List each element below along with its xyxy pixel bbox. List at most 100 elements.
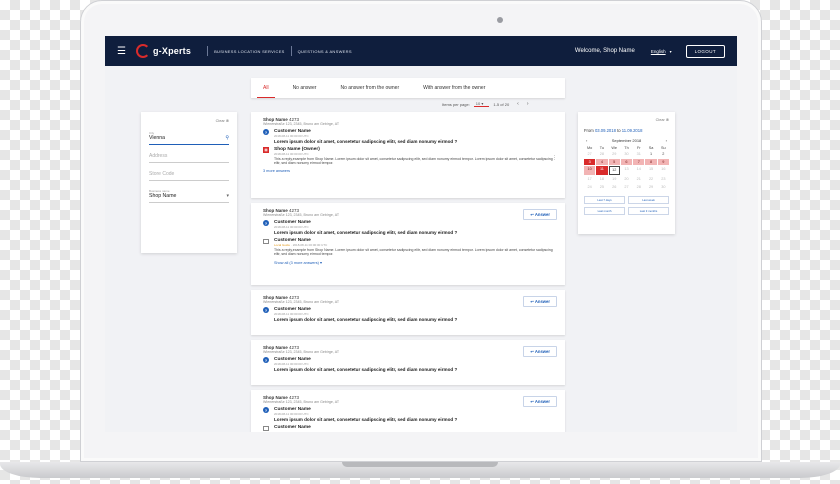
- more-answers-link[interactable]: 3 more answers: [263, 169, 557, 173]
- question-text: Lorem ipsum dolor sit amet, consetetur s…: [274, 230, 458, 235]
- last-3-months-button[interactable]: Last 3 months: [628, 206, 669, 215]
- clear-filters-button[interactable]: Clear ⊗: [149, 118, 229, 123]
- calendar-day[interactable]: 5: [608, 158, 620, 166]
- calendar-day[interactable]: 27: [621, 183, 632, 190]
- calendar-day[interactable]: 1: [645, 151, 656, 158]
- answer-button[interactable]: ↩ Answer: [523, 396, 557, 407]
- store-code-field[interactable]: Store Code: [149, 171, 229, 181]
- clear-dates-button[interactable]: Clear ⊗: [584, 117, 669, 122]
- calendar-day[interactable]: 3: [584, 158, 596, 166]
- chevron-down-icon[interactable]: ▾: [226, 193, 229, 199]
- question-row: ? Customer Name 2018-08-11 00:00:00 UTC …: [263, 407, 557, 422]
- calendar-day[interactable]: 28: [633, 183, 644, 190]
- city-field[interactable]: City Vienna ⚲: [149, 131, 229, 145]
- calendar-day[interactable]: 25: [596, 183, 607, 190]
- calendar-day[interactable]: 10: [584, 166, 596, 175]
- calendar-grid: Mo Tu We Th Fr Sa Su 27 28 29 30 31 1 2 3 4 5 6 7 8 9 10 11 12 1…: [584, 146, 669, 190]
- calendar-day[interactable]: 4: [596, 158, 608, 166]
- next-month-icon[interactable]: ›: [666, 138, 667, 143]
- tab-with-answer-owner[interactable]: With answer from the owner: [411, 78, 497, 98]
- question-row: ? Customer Name 2018-08-11 00:00:00 UTC …: [263, 129, 557, 144]
- calendar-day[interactable]: 22: [645, 176, 656, 183]
- calendar-day[interactable]: 19: [609, 176, 620, 183]
- calendar-day[interactable]: 29: [609, 151, 620, 158]
- question-row: ? Customer Name 2018-08-11 00:00:00 UTC …: [263, 307, 557, 322]
- address-placeholder: Address: [149, 153, 168, 159]
- calendar-day[interactable]: 11: [596, 166, 608, 175]
- show-all-label: Show all (3 more answers): [274, 260, 319, 265]
- address-field[interactable]: Address: [149, 153, 229, 163]
- logo-mark-icon: [135, 44, 150, 58]
- last-month-button[interactable]: Last month: [584, 206, 625, 215]
- calendar-day[interactable]: 30: [621, 151, 632, 158]
- filter-panel: Clear ⊗ City Vienna ⚲ Address Store Code…: [141, 112, 237, 253]
- calendar-day[interactable]: 14: [633, 166, 644, 175]
- calendar-day[interactable]: 17: [584, 176, 595, 183]
- calendar-day[interactable]: 21: [633, 176, 644, 183]
- next-page-icon[interactable]: ›: [527, 101, 529, 107]
- answer-button[interactable]: ↩ Answer: [523, 209, 557, 220]
- nav-business-location-services[interactable]: BUSINESS LOCATION SERVICES: [214, 49, 285, 54]
- weekday-header: Tu: [599, 146, 605, 150]
- tab-all[interactable]: All: [251, 78, 281, 98]
- prev-page-icon[interactable]: ‹: [517, 101, 519, 107]
- prev-month-icon[interactable]: ‹: [586, 138, 587, 143]
- clear-label: Clear: [215, 119, 225, 123]
- calendar-day[interactable]: 26: [609, 183, 620, 190]
- from-date[interactable]: 03.09.2018: [595, 128, 616, 133]
- items-per-page-select[interactable]: 10 ▾: [473, 101, 490, 107]
- show-all-answers-link[interactable]: Show all (3 more answers) ▾: [274, 260, 557, 265]
- tab-no-answer[interactable]: No answer: [281, 78, 329, 98]
- question-card: Shop Name 4273 Wienerstraße 123, 2345, B…: [251, 112, 565, 198]
- logout-button[interactable]: LOGOUT: [685, 44, 725, 58]
- calendar-day[interactable]: 31: [633, 151, 644, 158]
- calendar-day[interactable]: 23: [658, 176, 669, 183]
- more-options-icon[interactable]: ⋮: [552, 155, 557, 161]
- date-range-text: From 03.09.2018 to 11.09.2018: [584, 128, 669, 133]
- calendar-day[interactable]: 2: [658, 151, 669, 158]
- brand-name: g-Xperts: [152, 46, 192, 56]
- to-date[interactable]: 11.09.2018: [622, 128, 643, 133]
- calendar-day[interactable]: 29: [645, 183, 656, 190]
- search-icon[interactable]: ⚲: [225, 135, 229, 141]
- store-icon: ▦: [263, 147, 269, 153]
- answer-button[interactable]: ↩ Answer: [523, 296, 557, 307]
- calendar-day[interactable]: 28: [596, 151, 607, 158]
- calendar-day[interactable]: 12: [608, 166, 620, 175]
- question-card: Shop Name 4273 Wienerstraße 123, 2345, B…: [251, 290, 565, 335]
- calendar-day[interactable]: 27: [584, 151, 595, 158]
- calendar-day[interactable]: 9: [657, 158, 669, 166]
- calendar-day[interactable]: 6: [620, 158, 633, 166]
- business-name-select[interactable]: Business name Shop Name ▾: [149, 189, 229, 203]
- last-week-button[interactable]: Last week: [628, 195, 669, 204]
- calendar-day[interactable]: 15: [645, 166, 656, 175]
- answer-button[interactable]: ↩ Answer: [523, 346, 557, 357]
- calendar-day[interactable]: 8: [645, 158, 657, 166]
- answer-label: Answer: [534, 212, 550, 217]
- question-icon: ?: [263, 129, 269, 135]
- question-date: 2018-08-11 00:00:00 UTC: [274, 362, 309, 366]
- calendar-day[interactable]: 20: [621, 176, 632, 183]
- guide-icon: [263, 426, 269, 431]
- question-date: 2018-08-11 00:00:00 UTC: [274, 225, 309, 229]
- nav-questions-answers[interactable]: QUESTIONS & ANSWERS: [298, 49, 352, 54]
- chevron-down-icon[interactable]: ▾: [670, 49, 672, 54]
- calendar-day[interactable]: 13: [621, 166, 632, 175]
- calendar-day[interactable]: 24: [584, 183, 595, 190]
- menu-icon[interactable]: ☰: [117, 46, 126, 57]
- question-icon: ?: [263, 407, 269, 413]
- language-select[interactable]: English: [651, 49, 666, 54]
- paginator: Items per page: 10 ▾ 1-5 of 20 ‹ ›: [442, 101, 529, 107]
- calendar-day[interactable]: 7: [633, 158, 645, 166]
- calendar-day[interactable]: 30: [658, 183, 669, 190]
- question-text: Lorem ipsum dolor sit amet, consetetur s…: [274, 417, 458, 422]
- question-date: 2018-08-11 00:00:00 UTC: [274, 312, 309, 316]
- last-7-days-button[interactable]: Last 7 days: [584, 195, 625, 204]
- local-guide-badge: Local Guide: [274, 243, 291, 247]
- calendar-day[interactable]: 16: [658, 166, 669, 175]
- question-date: 2018-08-11 00:00:00 UTC: [274, 134, 309, 138]
- reply-row: ▦ Shop Name (Owner) 2018-08-11 00:00:00 …: [263, 147, 557, 166]
- logo[interactable]: g-Xperts: [135, 44, 192, 58]
- calendar-day[interactable]: 18: [596, 176, 607, 183]
- tab-no-answer-owner[interactable]: No answer from the owner: [328, 78, 411, 98]
